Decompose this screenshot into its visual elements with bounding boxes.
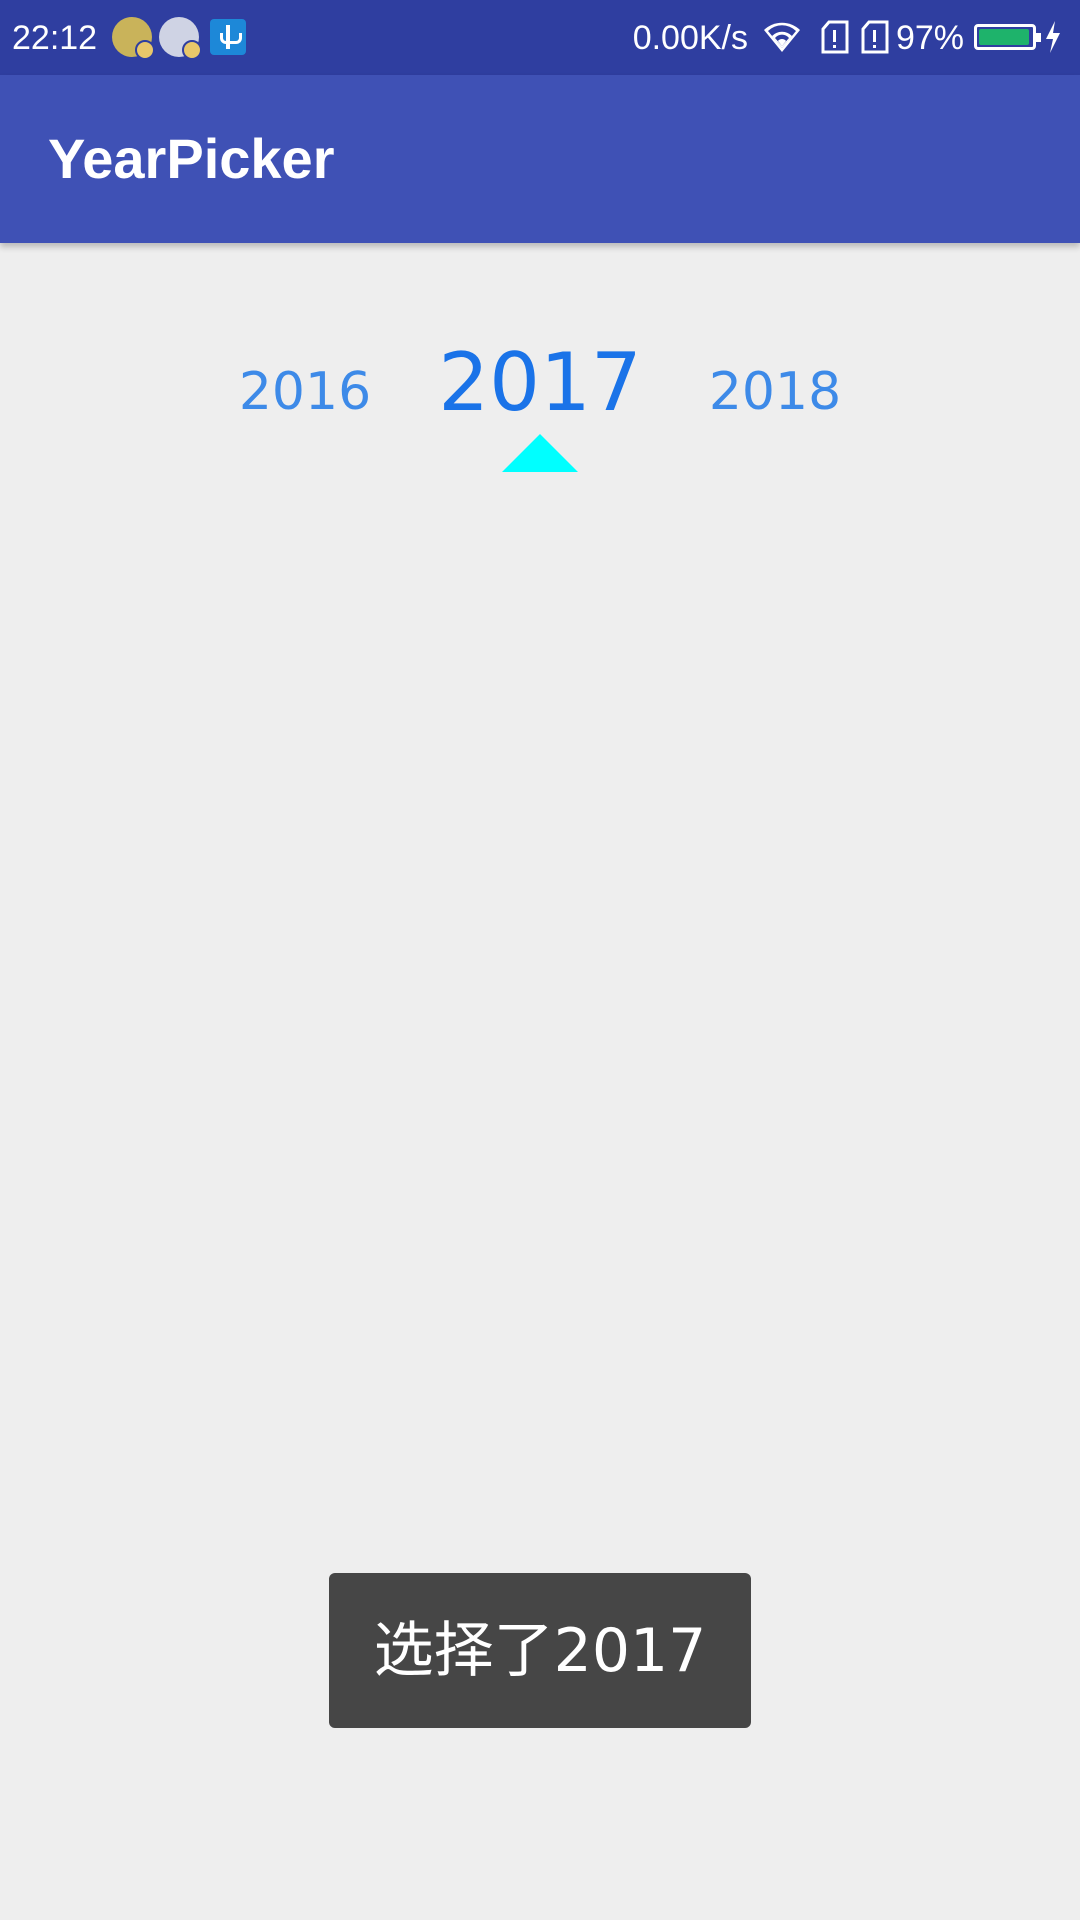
toast-message: 选择了2017 (329, 1573, 751, 1728)
battery-icon (974, 24, 1041, 50)
year-option-selected[interactable]: 2017 (420, 335, 660, 431)
sim-card-icon (821, 20, 849, 54)
sim-card-icon (861, 20, 889, 54)
network-speed: 0.00K/s (632, 19, 748, 57)
app-notification-icon (112, 17, 155, 60)
status-indicators: 0.00K/s 97% (470, 14, 1070, 62)
year-option-previous[interactable]: 2016 (210, 360, 400, 424)
status-time: 22:12 (12, 19, 98, 57)
status-bar: 22:12 0.00K/s 97% (0, 0, 1080, 75)
battery-percent: 97% (895, 19, 964, 57)
selection-indicator-icon (502, 434, 578, 472)
app-notification-icon (159, 17, 202, 60)
wifi-icon (764, 22, 800, 52)
battery-level-fill (979, 29, 1029, 45)
charging-icon (1046, 21, 1060, 53)
usb-icon (210, 19, 246, 55)
toast-text: 选择了2017 (373, 1615, 707, 1686)
app-bar: YearPicker (0, 75, 1080, 243)
app-title: YearPicker (48, 127, 335, 190)
year-option-next[interactable]: 2018 (680, 360, 870, 424)
